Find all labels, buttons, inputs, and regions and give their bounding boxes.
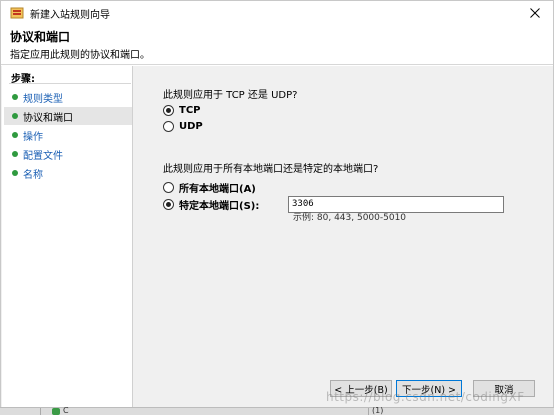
radio-circle [163,121,174,132]
window-title: 新建入站规则向导 [30,10,110,21]
step-label: 规则类型 [23,93,63,105]
step-action[interactable]: 操作 [4,126,132,144]
step-bullet-icon [12,170,18,176]
wizard-header: 协议和端口 指定应用此规则的协议和端口。 [1,25,553,65]
protocol-question: 此规则应用于 TCP 还是 UDP? [163,90,298,101]
step-rule-type[interactable]: 规则类型 [4,88,132,106]
bg-row-text: (1) [372,406,384,415]
bg-row-icon [52,408,60,415]
title-bar: 新建入站规则向导 [1,1,553,25]
step-profile[interactable]: 配置文件 [4,145,132,163]
radio-udp[interactable]: UDP [163,121,203,132]
radio-label: 所有本地端口(A) [179,184,256,195]
steps-pane: 步骤: 规则类型 协议和端口 操作 配置文件 名称 [2,66,133,408]
step-bullet-icon [12,94,18,100]
close-icon [530,8,540,18]
radio-circle [163,199,174,210]
radio-label: UDP [179,121,203,132]
radio-all-ports[interactable]: 所有本地端口(A) [163,180,256,195]
wizard-app-icon [10,7,24,19]
step-label: 协议和端口 [23,112,73,124]
radio-label: 特定本地端口(S): [179,201,260,212]
step-bullet-icon [12,132,18,138]
radio-label: TCP [179,105,201,116]
watermark: https://blog.csdn.net/codingXF [326,390,525,404]
close-button[interactable] [523,4,547,22]
step-label: 名称 [23,169,43,181]
bg-column-divider [40,408,41,415]
bg-column-divider [368,408,369,415]
step-bullet-icon [12,151,18,157]
step-protocol-ports[interactable]: 协议和端口 [4,107,132,125]
radio-circle [163,182,174,193]
page-title: 协议和端口 [10,30,71,44]
radio-circle [163,105,174,116]
ports-question: 此规则应用于所有本地端口还是特定的本地端口? [163,164,379,175]
background-window-strip: C (1) [0,406,554,415]
wizard-content: 步骤: 规则类型 协议和端口 操作 配置文件 名称 此规则应用于 TCP 还是 … [1,66,553,408]
step-bullet-icon [12,113,18,119]
step-label: 操作 [23,131,43,143]
page-subtitle: 指定应用此规则的协议和端口。 [10,50,150,61]
bg-row-text: C [63,406,69,415]
wizard-window: 新建入站规则向导 协议和端口 指定应用此规则的协议和端口。 步骤: 规则类型 协… [0,0,554,408]
radio-tcp[interactable]: TCP [163,105,201,116]
steps-divider [9,83,131,84]
step-label: 配置文件 [23,150,63,162]
radio-specific-ports[interactable]: 特定本地端口(S): [163,197,259,212]
port-example-hint: 示例: 80, 443, 5000-5010 [293,213,407,223]
step-name[interactable]: 名称 [4,164,132,182]
